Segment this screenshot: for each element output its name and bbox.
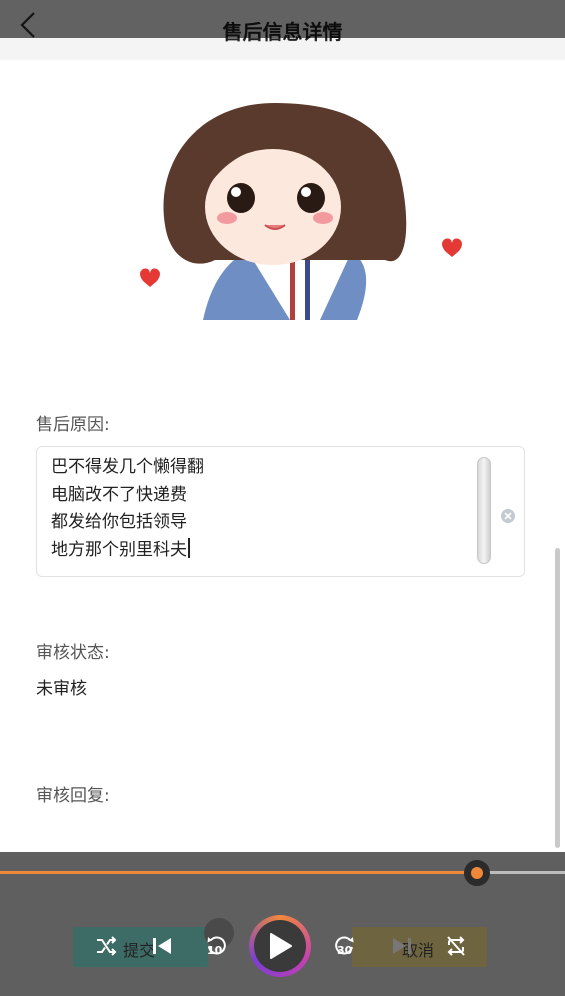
reason-label: 售后原因: bbox=[36, 415, 110, 435]
play-button[interactable] bbox=[249, 915, 311, 977]
clear-icon[interactable] bbox=[500, 508, 516, 524]
reason-line: 电脑改不了快递费 bbox=[51, 484, 187, 505]
page-scrollbar[interactable] bbox=[555, 548, 560, 848]
next-icon[interactable] bbox=[390, 934, 414, 958]
text-caret bbox=[188, 537, 190, 558]
avatar-illustration bbox=[140, 103, 462, 320]
reason-line: 地方那个别里科夫 bbox=[51, 539, 187, 560]
rewind-seconds: 10 bbox=[207, 944, 223, 957]
forward-seconds: 30 bbox=[337, 944, 353, 957]
reason-line: 都发给你包括领导 bbox=[51, 512, 187, 532]
header-dim-overlay bbox=[0, 0, 565, 38]
reason-text: 巴不得发几个懒得翻 电脑改不了快递费 都发给你包括领导 地方那个别里科夫 bbox=[51, 454, 204, 564]
shuffle-icon[interactable] bbox=[94, 934, 118, 958]
play-icon bbox=[270, 933, 292, 959]
reason-textarea[interactable]: 巴不得发几个懒得翻 电脑改不了快递费 都发给你包括领导 地方那个别里科夫 bbox=[36, 446, 525, 577]
reply-label: 审核回复: bbox=[36, 786, 110, 806]
play-button-inner bbox=[254, 920, 306, 972]
status-label: 审核状态: bbox=[36, 643, 110, 663]
reason-line: 巴不得发几个懒得翻 bbox=[51, 457, 204, 477]
media-player-overlay: 提交 取消 10 30 bbox=[0, 852, 565, 996]
textarea-scrollbar[interactable] bbox=[477, 457, 491, 564]
status-value: 未审核 bbox=[36, 679, 87, 699]
progress-thumb[interactable] bbox=[464, 860, 491, 886]
previous-icon[interactable] bbox=[150, 934, 174, 958]
repeat-off-icon[interactable] bbox=[444, 934, 468, 958]
progress-fill bbox=[0, 871, 478, 874]
